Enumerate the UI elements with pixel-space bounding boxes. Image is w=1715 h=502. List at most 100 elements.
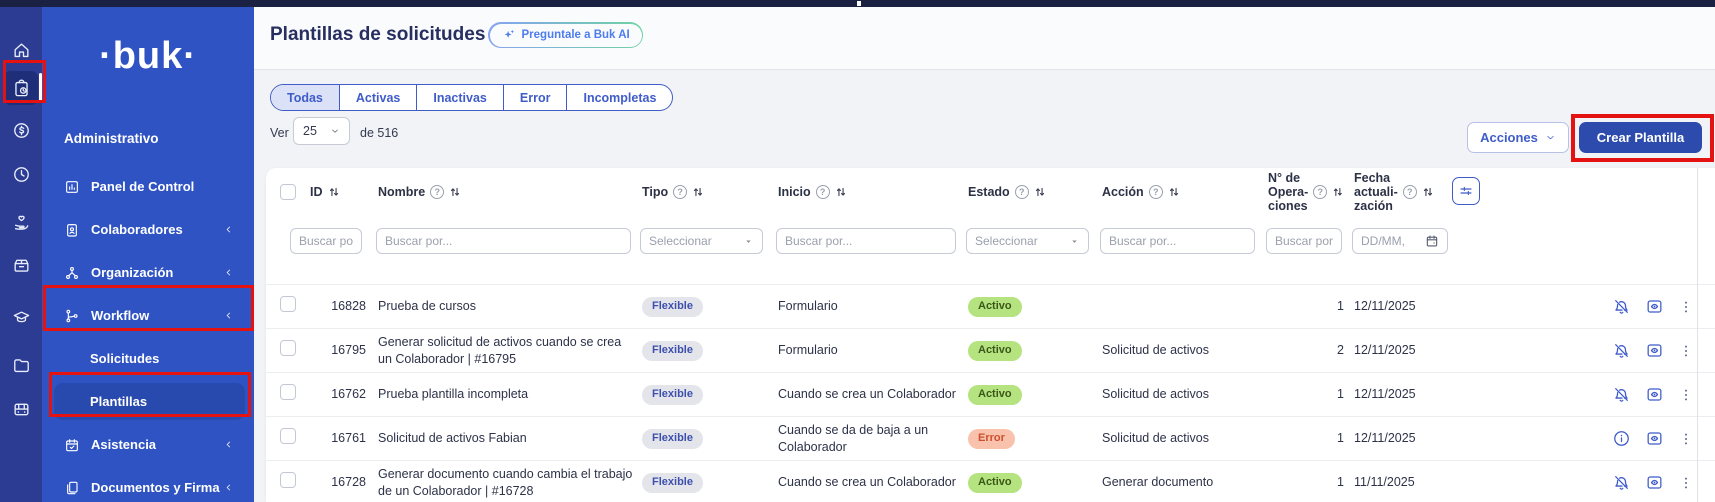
row-menu-icon[interactable] xyxy=(1678,387,1694,403)
clock-icon xyxy=(12,165,31,184)
filter-inicio-input[interactable] xyxy=(776,228,956,254)
help-icon[interactable]: ? xyxy=(816,185,830,199)
filter-id-input[interactable] xyxy=(290,228,362,254)
hand-heart-icon xyxy=(12,213,31,232)
sidebar-item-organizacion[interactable]: Organización xyxy=(42,251,254,294)
sidebar-item-panel-de-control[interactable]: Panel de Control xyxy=(42,165,254,208)
rail-item-box[interactable] xyxy=(4,248,38,282)
select-all-checkbox[interactable] xyxy=(280,184,296,200)
sort-icon[interactable] xyxy=(1422,186,1434,198)
preview-icon[interactable] xyxy=(1645,385,1664,404)
sort-icon[interactable] xyxy=(692,186,704,198)
preview-icon[interactable] xyxy=(1645,341,1664,360)
notifications-off-icon[interactable] xyxy=(1612,297,1631,316)
preview-icon[interactable] xyxy=(1645,297,1664,316)
preview-icon[interactable] xyxy=(1645,429,1664,448)
cell-n-operaciones: 1 xyxy=(1268,474,1344,490)
column-header-nombre: Nombre? xyxy=(378,185,634,199)
filter-accion-input[interactable] xyxy=(1100,228,1255,254)
tipo-badge: Flexible xyxy=(642,429,703,449)
row-checkbox[interactable] xyxy=(280,384,296,400)
rail-item-hand-heart[interactable] xyxy=(4,205,38,239)
sort-icon[interactable] xyxy=(1034,186,1046,198)
row-checkbox[interactable] xyxy=(280,472,296,488)
rail-item-graduation-cap[interactable] xyxy=(4,300,38,334)
tipo-badge: Flexible xyxy=(642,341,703,361)
cell-accion: Solicitud de activos xyxy=(1102,386,1258,402)
help-icon[interactable]: ? xyxy=(1149,185,1163,199)
total-count-label: de 516 xyxy=(360,126,398,140)
rail-item-coin[interactable] xyxy=(4,113,38,147)
filter-nombre-input[interactable] xyxy=(376,228,631,254)
page-title: Plantillas de solicitudes xyxy=(270,24,485,46)
sidebar: ·buk· Administrativo Panel de ControlCol… xyxy=(42,7,254,502)
cell-fecha: 12/11/2025 xyxy=(1354,298,1450,314)
row-menu-icon[interactable] xyxy=(1678,299,1694,315)
filter-tipo-select[interactable]: Seleccionar xyxy=(640,228,763,254)
row-menu-icon[interactable] xyxy=(1678,343,1694,359)
row-checkbox[interactable] xyxy=(280,296,296,312)
table-row: 16828 Prueba de cursos Flexible Formular… xyxy=(266,284,1715,328)
column-settings-button[interactable] xyxy=(1452,177,1480,205)
row-checkbox[interactable] xyxy=(280,340,296,356)
help-icon[interactable]: ? xyxy=(1015,185,1029,199)
cell-id: 16761 xyxy=(310,430,366,446)
help-icon[interactable]: ? xyxy=(430,185,444,199)
tab-incompletas[interactable]: Incompletas xyxy=(566,85,672,110)
crear-plantilla-button[interactable]: Crear Plantilla xyxy=(1579,122,1702,153)
sidebar-item-label: Documentos y Firma xyxy=(91,480,220,495)
sidebar-item-plantillas[interactable]: Plantillas xyxy=(42,380,254,423)
tab-error[interactable]: Error xyxy=(503,85,567,110)
sidebar-item-label: Workflow xyxy=(91,308,149,323)
sidebar-item-documentos-y-firma[interactable]: Documentos y Firma xyxy=(42,466,254,502)
notifications-off-icon[interactable] xyxy=(1612,341,1631,360)
help-icon[interactable]: ? xyxy=(1313,185,1327,199)
rail-item-home[interactable] xyxy=(4,33,38,67)
rail-item-clipboard-clock[interactable] xyxy=(4,71,38,105)
sort-icon[interactable] xyxy=(328,186,340,198)
help-icon[interactable]: ? xyxy=(673,185,687,199)
sidebar-section-label: Administrativo xyxy=(64,131,159,146)
acciones-button[interactable]: Acciones xyxy=(1467,122,1569,153)
rail-item-clock[interactable] xyxy=(4,157,38,191)
table-row: 16761 Solicitud de activos Fabian Flexib… xyxy=(266,416,1715,460)
filter-estado-select[interactable]: Seleccionar xyxy=(966,228,1089,254)
tab-activas[interactable]: Activas xyxy=(339,85,416,110)
caret-down-icon xyxy=(1069,236,1080,247)
per-page-select[interactable]: 25 xyxy=(293,117,350,145)
tab-inactivas[interactable]: Inactivas xyxy=(416,85,503,110)
row-menu-icon[interactable] xyxy=(1678,475,1694,491)
sparkle-icon xyxy=(502,28,516,42)
sidebar-item-workflow[interactable]: Workflow xyxy=(42,294,254,337)
row-menu-icon[interactable] xyxy=(1678,431,1694,447)
rail-item-folder[interactable] xyxy=(4,348,38,382)
filter-fecha-input[interactable]: DD/MM, xyxy=(1352,228,1448,254)
cell-fecha: 11/11/2025 xyxy=(1354,474,1450,490)
sidebar-item-solicitudes[interactable]: Solicitudes xyxy=(42,337,254,380)
sort-icon[interactable] xyxy=(1332,186,1344,198)
column-header-label: Acción xyxy=(1102,185,1144,199)
help-icon[interactable]: ? xyxy=(1403,185,1417,199)
info-icon[interactable] xyxy=(1612,429,1631,448)
table-row: 16728 Generar documento cuando cambia el… xyxy=(266,460,1715,502)
sidebar-item-label: Colaboradores xyxy=(91,222,183,237)
tab-todas[interactable]: Todas xyxy=(271,85,339,110)
sidebar-item-colaboradores[interactable]: Colaboradores xyxy=(42,208,254,251)
per-page-label: Ver xyxy=(270,126,289,140)
cell-estado: Activo xyxy=(968,473,1092,493)
row-checkbox[interactable] xyxy=(280,428,296,444)
ask-buk-ai-button[interactable]: Preguntale a Buk AI xyxy=(488,22,643,48)
status-filter-tabs: TodasActivasInactivasErrorIncompletas xyxy=(270,84,673,111)
rail-item-printer[interactable] xyxy=(4,392,38,426)
preview-icon[interactable] xyxy=(1645,473,1664,492)
sidebar-item-asistencia[interactable]: Asistencia xyxy=(42,423,254,466)
row-actions xyxy=(1450,297,1694,316)
sort-icon[interactable] xyxy=(1168,186,1180,198)
notifications-off-icon[interactable] xyxy=(1612,473,1631,492)
cell-n-operaciones: 1 xyxy=(1268,386,1344,402)
box-icon xyxy=(12,256,31,275)
sort-icon[interactable] xyxy=(449,186,461,198)
notifications-off-icon[interactable] xyxy=(1612,385,1631,404)
filter-n-operaciones-input[interactable] xyxy=(1266,228,1342,254)
sort-icon[interactable] xyxy=(835,186,847,198)
